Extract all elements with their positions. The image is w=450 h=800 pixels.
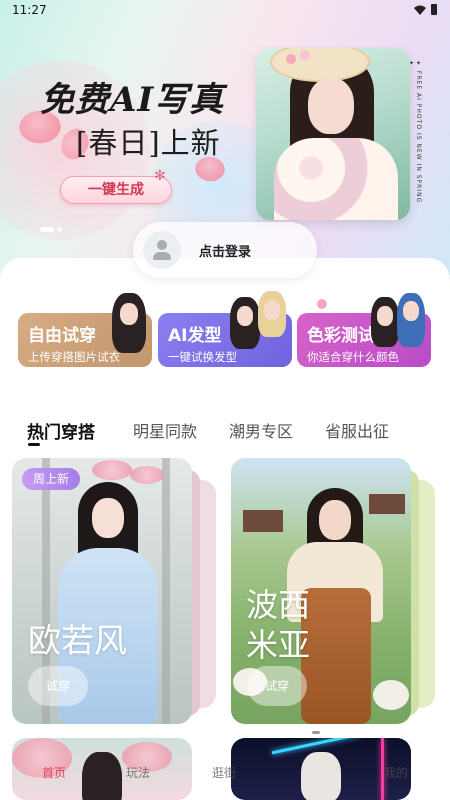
- feature-desc: 上传穿搭图片试衣: [28, 350, 120, 364]
- feature-label: 色彩测试: [307, 326, 375, 346]
- feature-desc: 一键试换发型: [168, 350, 237, 364]
- hero-vertical-caption: ✦ FREE AI PHOTO IS NEW IN SPRING ✦: [408, 60, 422, 204]
- feature-free-tryon[interactable]: 自由试穿 上传穿搭图片试衣: [18, 293, 152, 367]
- flower-decor: [286, 54, 296, 64]
- model-face: [92, 498, 124, 538]
- feature-color-test[interactable]: 色彩测试 你适合穿什么颜色: [297, 293, 431, 367]
- hero-title: 免费AI写真: [40, 80, 225, 120]
- avatar: [143, 231, 181, 269]
- feature-label: 自由试穿: [28, 326, 96, 346]
- model-face: [319, 500, 351, 540]
- model-thumbnail: [230, 297, 260, 349]
- model-dress: [301, 588, 371, 724]
- model-thumbnail: [371, 297, 399, 347]
- hero-photo-face: [308, 78, 354, 134]
- house-decor: [369, 494, 405, 514]
- try-on-button[interactable]: 试穿: [28, 666, 88, 706]
- category-tabs: 热门穿搭 明星同款 潮男专区 省服出征: [27, 418, 427, 448]
- try-on-button[interactable]: 试穿: [247, 666, 307, 706]
- nav-shopping[interactable]: 逛街: [212, 764, 236, 781]
- tab-province-outfits[interactable]: 省服出征: [325, 418, 389, 442]
- house-decor: [243, 510, 283, 532]
- scroll-indicator: [312, 731, 320, 734]
- new-badge: 周上新: [22, 468, 80, 490]
- tab-star-style[interactable]: 明星同款: [133, 418, 197, 442]
- flower-decor: [300, 50, 310, 60]
- nav-home[interactable]: 首页: [42, 764, 66, 781]
- model-thumbnail: [397, 293, 425, 347]
- hero-photo-dress: [274, 138, 398, 220]
- nav-play[interactable]: 玩法: [126, 764, 150, 781]
- feature-desc: 你适合穿什么颜色: [307, 350, 399, 364]
- tab-indicator: [28, 443, 40, 446]
- hero-subtitle: [春日]上新: [76, 126, 221, 160]
- user-icon: [157, 240, 167, 250]
- outfit-title: 欧若风: [28, 621, 127, 660]
- outfit-title-line2: 米亚: [246, 626, 311, 664]
- blossom-decor: [130, 466, 164, 484]
- login-button[interactable]: 点击登录: [133, 222, 317, 278]
- battery-icon: [431, 4, 437, 15]
- tab-hot-outfits[interactable]: 热门穿搭: [27, 418, 95, 443]
- status-time: 11:27: [12, 3, 47, 17]
- feature-label: AI发型: [168, 326, 222, 346]
- model-thumbnail: [258, 291, 286, 337]
- tree-decor: [162, 458, 170, 724]
- hero-photo: [256, 48, 410, 220]
- login-label: 点击登录: [199, 245, 252, 260]
- status-bar: 11:27: [0, 0, 450, 20]
- model-thumbnail: [112, 293, 146, 353]
- pager-dot[interactable]: [40, 227, 54, 232]
- pager-dot[interactable]: [57, 227, 62, 232]
- nav-mine[interactable]: 我的: [384, 764, 408, 781]
- sheep-decor: [373, 680, 409, 710]
- blossom-decor: [92, 460, 132, 480]
- tab-menswear[interactable]: 潮男专区: [229, 418, 293, 442]
- wifi-icon: [414, 5, 426, 15]
- flower-decor: [317, 299, 327, 309]
- feature-ai-hairstyle[interactable]: AI发型 一键试换发型: [158, 291, 292, 367]
- banner-pager[interactable]: [40, 217, 65, 236]
- bottom-nav: 首页 玩法 逛街 我的: [0, 752, 450, 800]
- sparkle-icon: ✻: [154, 168, 166, 184]
- user-icon-body: [153, 252, 171, 260]
